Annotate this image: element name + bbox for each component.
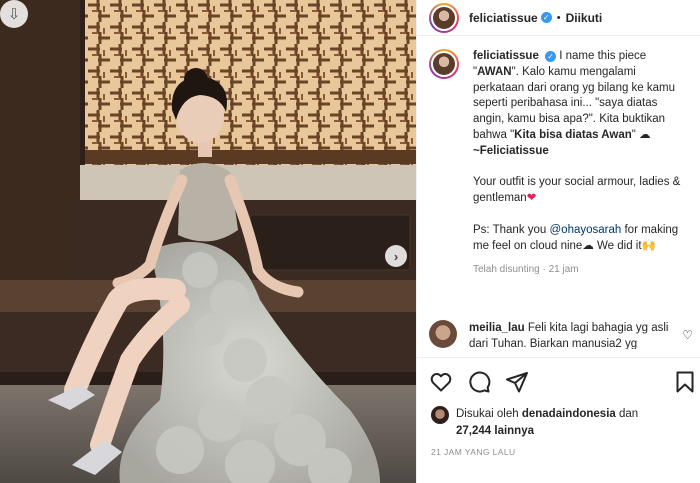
separator-dot: • <box>556 11 561 24</box>
mention-link[interactable]: @ohayosarah <box>550 224 622 236</box>
chevron-right-icon: › <box>393 248 399 264</box>
caption-signature: ~Feliciatissue <box>473 144 549 157</box>
post-sidebar: feliciatissue ✓ • Diikuti feliciatissue … <box>416 0 700 483</box>
send-icon[interactable] <box>505 370 529 394</box>
action-bar <box>429 370 697 394</box>
download-button[interactable]: ⇩ <box>0 0 28 28</box>
caption-bold-awan: AWAN <box>477 65 512 78</box>
post-header: feliciatissue ✓ • Diikuti <box>417 0 700 36</box>
caption-text-part: Ps: Thank you <box>473 223 550 236</box>
caption-username[interactable]: feliciatissue <box>473 50 539 62</box>
author-avatar[interactable] <box>429 2 459 33</box>
caption-bold-phrase: Kita bisa diatas Awan <box>514 128 632 141</box>
caption-meta: Telah disunting · 21 jam <box>473 264 579 276</box>
caption-avatar[interactable] <box>429 49 459 79</box>
photo-illustration <box>0 0 416 483</box>
heart-icon[interactable] <box>429 370 453 394</box>
bookmark-icon[interactable] <box>673 370 697 394</box>
comments-section[interactable]: feliciatissue ✓ I name this piece "AWAN"… <box>417 49 700 349</box>
post-caption: feliciatissue ✓ I name this piece "AWAN"… <box>417 49 700 278</box>
comment-item: meilia_lau Feli kita lagi bahagia yg asl… <box>429 320 699 349</box>
next-photo-button[interactable]: › <box>385 245 407 267</box>
comment-like-heart-icon[interactable]: ♡ <box>682 328 693 342</box>
instagram-post-view: ⇩ › feliciatissue ✓ • Diikuti feliciatis… <box>0 0 700 483</box>
download-icon: ⇩ <box>7 6 21 23</box>
verified-badge-icon: ✓ <box>545 51 557 63</box>
likes-conjunction: dan <box>615 408 639 420</box>
likes-summary: Disukai oleh denadaindonesia dan 27,244 … <box>431 406 691 440</box>
caption-paragraph-3: Ps: Thank you @ohayosarah for making me … <box>473 223 687 255</box>
comment-icon[interactable] <box>467 370 491 394</box>
commenter-avatar[interactable] <box>429 320 457 348</box>
divider <box>417 357 700 358</box>
author-username[interactable]: feliciatissue <box>469 11 538 25</box>
follow-status-button[interactable]: Diikuti <box>566 11 603 25</box>
cloud-emoji: " ☁ <box>631 128 651 141</box>
liker-avatar[interactable] <box>431 406 449 424</box>
verified-badge-icon: ✓ <box>540 12 552 23</box>
liker-username[interactable]: denadaindonesia <box>522 408 616 420</box>
likes-prefix: Disukai oleh <box>456 408 522 420</box>
post-photo[interactable]: ⇩ › <box>0 0 416 483</box>
likes-count[interactable]: 27,244 lainnya <box>456 425 534 437</box>
comment-text: meilia_lau Feli kita lagi bahagia yg asl… <box>469 320 677 349</box>
post-timestamp[interactable]: 21 JAM YANG LALU <box>431 447 516 457</box>
caption-paragraph-2: Your outfit is your social armour, ladie… <box>473 175 687 207</box>
caption-text: feliciatissue ✓ I name this piece "AWAN"… <box>473 49 687 278</box>
raised-hands-emoji: 🙌 <box>641 239 656 252</box>
likes-text: Disukai oleh denadaindonesia dan 27,244 … <box>456 406 638 440</box>
heart-emoji: ❤ <box>526 192 537 205</box>
caption-text-part: Your outfit is your social armour, ladie… <box>473 176 681 205</box>
commenter-username[interactable]: meilia_lau <box>469 322 525 334</box>
